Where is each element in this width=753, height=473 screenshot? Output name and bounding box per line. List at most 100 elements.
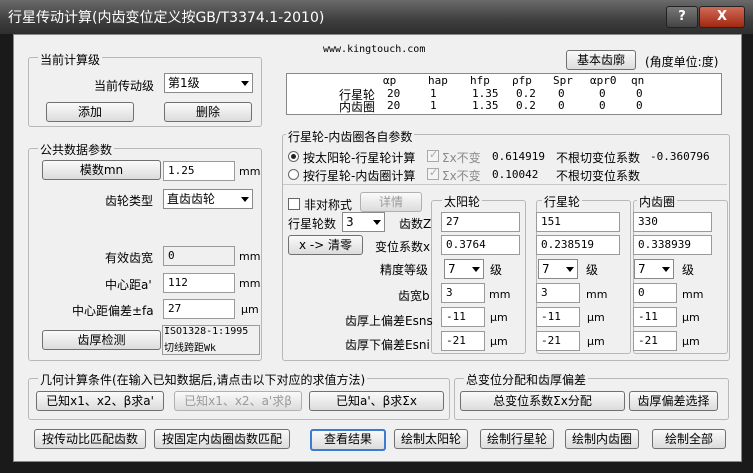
app-window: 行星传动计算(内齿变位定义按GB/T3374.1-2010) ? X 当前计算级… [0,0,753,473]
planet-width-input[interactable]: 3 [536,283,580,303]
module-button[interactable]: 模数mn [42,160,161,180]
face-width-input[interactable]: 0 [163,246,235,266]
sun-width-unit: mm [489,288,511,301]
sun-accuracy-unit: 级 [490,263,503,277]
divider [283,184,727,185]
shift-distribution-button[interactable]: 总变位系数Σx分配 [460,391,625,411]
ring-lower-dev-unit: μm [682,335,700,348]
window-title: 行星传动计算(内齿变位定义按GB/T3374.1-2010) [8,10,325,26]
calc-by-sun-radio[interactable] [288,151,299,162]
center-tolerance-input[interactable]: 27 [163,299,235,319]
table-header: hap [428,74,448,87]
planet-count-value: 3 [346,215,354,229]
ring-width-input[interactable]: 0 [633,283,677,303]
gear-type-value: 直齿齿轮 [167,192,216,206]
website-label: www.kingtouch.com [323,44,426,55]
draw-all-button[interactable]: 绘制全部 [652,429,726,449]
chevron-down-icon [241,197,249,202]
planet-accuracy-select[interactable]: 7 [538,259,578,279]
angle-unit-label: (角度单位:度) [645,55,719,69]
close-button[interactable]: X [699,6,745,28]
clear-shift-button[interactable]: x -> 清零 [288,235,363,255]
center-distance-input[interactable]: 112 [163,273,235,293]
draw-ring-button[interactable]: 绘制内齿圈 [565,429,639,449]
ring-shift-input[interactable]: 0.338939 [633,235,712,255]
ring-upper-dev-unit: μm [682,311,700,324]
planet-teeth-input[interactable]: 151 [536,212,620,232]
sun-teeth-input[interactable]: 27 [441,212,520,232]
table-header: qn [631,74,645,87]
asymmetric-checkbox[interactable] [288,198,300,210]
center-distance-label: 中心距a' [105,278,152,292]
sun-accuracy-select[interactable]: 7 [444,259,484,279]
current-stage-value: 第1级 [168,76,200,90]
title-bar[interactable]: 行星传动计算(内齿变位定义按GB/T3374.1-2010) ? X [0,0,753,34]
planet-count-select[interactable]: 3 [342,212,385,232]
shift-distribution-group-title: 总变位分配和齿厚偏差 [464,371,589,388]
sun-shift-input[interactable]: 0.3764 [441,235,520,255]
basic-profile-button[interactable]: 基本齿廓 [566,50,636,70]
gear-type-select[interactable]: 直齿齿轮 [163,189,253,209]
planet-lower-dev-input[interactable]: -21 [536,331,580,351]
sigma-x-fixed-label-1: Σx不变 [442,151,481,165]
common-params-group-title: 公共数据参数 [38,141,115,158]
solve-shift-sum-button[interactable]: 已知a'、β求Σx [309,391,444,411]
planet-accuracy-value: 7 [542,262,550,276]
ring-accuracy-select[interactable]: 7 [634,259,674,279]
match-by-ratio-button[interactable]: 按传动比匹配齿数 [34,429,146,449]
sun-column-title: 太阳轮 [442,193,483,210]
detail-button[interactable]: 详情 [360,192,422,212]
table-header: αp [383,74,397,87]
ring-upper-dev-input[interactable]: -11 [633,307,677,327]
standard-line-1: ISO1328-1:1995 [164,326,249,337]
module-input[interactable]: 1.25 [163,161,235,181]
table-header: hfp [470,74,490,87]
calc-by-ring-radio[interactable] [288,169,299,180]
sun-upper-dev-input[interactable]: -11 [441,307,485,327]
standard-display: ISO1328-1:1995 切线跨距Wk [162,325,260,355]
sigma-x-fixed-checkbox-1[interactable] [427,148,439,162]
planet-upper-dev-input[interactable]: -11 [536,307,580,327]
center-tolerance-unit: μm [241,303,259,316]
solve-center-distance-button[interactable]: 已知x1、x2、β求a' [36,391,164,411]
upper-deviation-label: 齿厚上偏差Esns [345,314,433,328]
draw-planet-button[interactable]: 绘制行星轮 [480,429,554,449]
draw-sun-button[interactable]: 绘制太阳轮 [394,429,468,449]
calc-by-ring-label: 按行星轮-内齿圈计算 [303,169,416,183]
sun-width-input[interactable]: 3 [441,283,485,303]
center-distance-unit: mm [239,277,261,290]
sun-lower-dev-input[interactable]: -21 [441,331,485,351]
sun-accuracy-value: 7 [448,262,456,276]
view-results-button[interactable]: 查看结果 [310,429,386,451]
solve-helix-angle-button[interactable]: 已知x1、x2、a'求β [174,391,302,411]
planet-upper-dev-unit: μm [587,311,605,324]
undercut-shift-label-2: 不根切变位系数 [556,169,641,183]
help-button[interactable]: ? [666,6,698,28]
tooth-check-button[interactable]: 齿厚检测 [42,330,161,350]
match-by-ring-button[interactable]: 按固定内齿圈齿数匹配 [154,429,290,449]
sun-upper-dev-unit: μm [490,311,508,324]
table-cell: 0 [636,99,643,112]
accuracy-grade-label: 精度等级 [380,263,429,277]
planet-column-title: 行星轮 [542,193,583,210]
planet-width-unit: mm [586,288,608,301]
asymmetric-label: 非对称式 [304,198,353,212]
shift-coefficient-label: 变位系数x [375,240,431,254]
undercut-shift-label-1: 不根切变位系数 [556,151,641,165]
tooth-width-label: 齿宽b [398,289,430,303]
planet-count-label: 行星轮数 [288,217,337,231]
ring-shift-sum-value: 0.10042 [492,168,539,181]
thickness-deviation-button[interactable]: 齿厚偏差选择 [629,391,718,411]
table-cell: 0.2 [516,99,536,112]
undercut-shift-value-1: -0.360796 [650,150,710,163]
planet-shift-input[interactable]: 0.238519 [536,235,620,255]
current-stage-select[interactable]: 第1级 [164,73,253,93]
delete-stage-button[interactable]: 删除 [164,102,252,122]
ring-teeth-input[interactable]: 330 [633,212,712,232]
ring-lower-dev-input[interactable]: -21 [633,331,677,351]
profile-table: αp hap hfp ρfp Spr αpr0 qn 行星轮 20 1 1.35… [286,73,722,115]
table-cell: 0 [599,99,606,112]
sigma-x-fixed-checkbox-2[interactable] [427,166,439,180]
add-stage-button[interactable]: 添加 [46,102,134,122]
table-cell: 20 [387,99,401,112]
